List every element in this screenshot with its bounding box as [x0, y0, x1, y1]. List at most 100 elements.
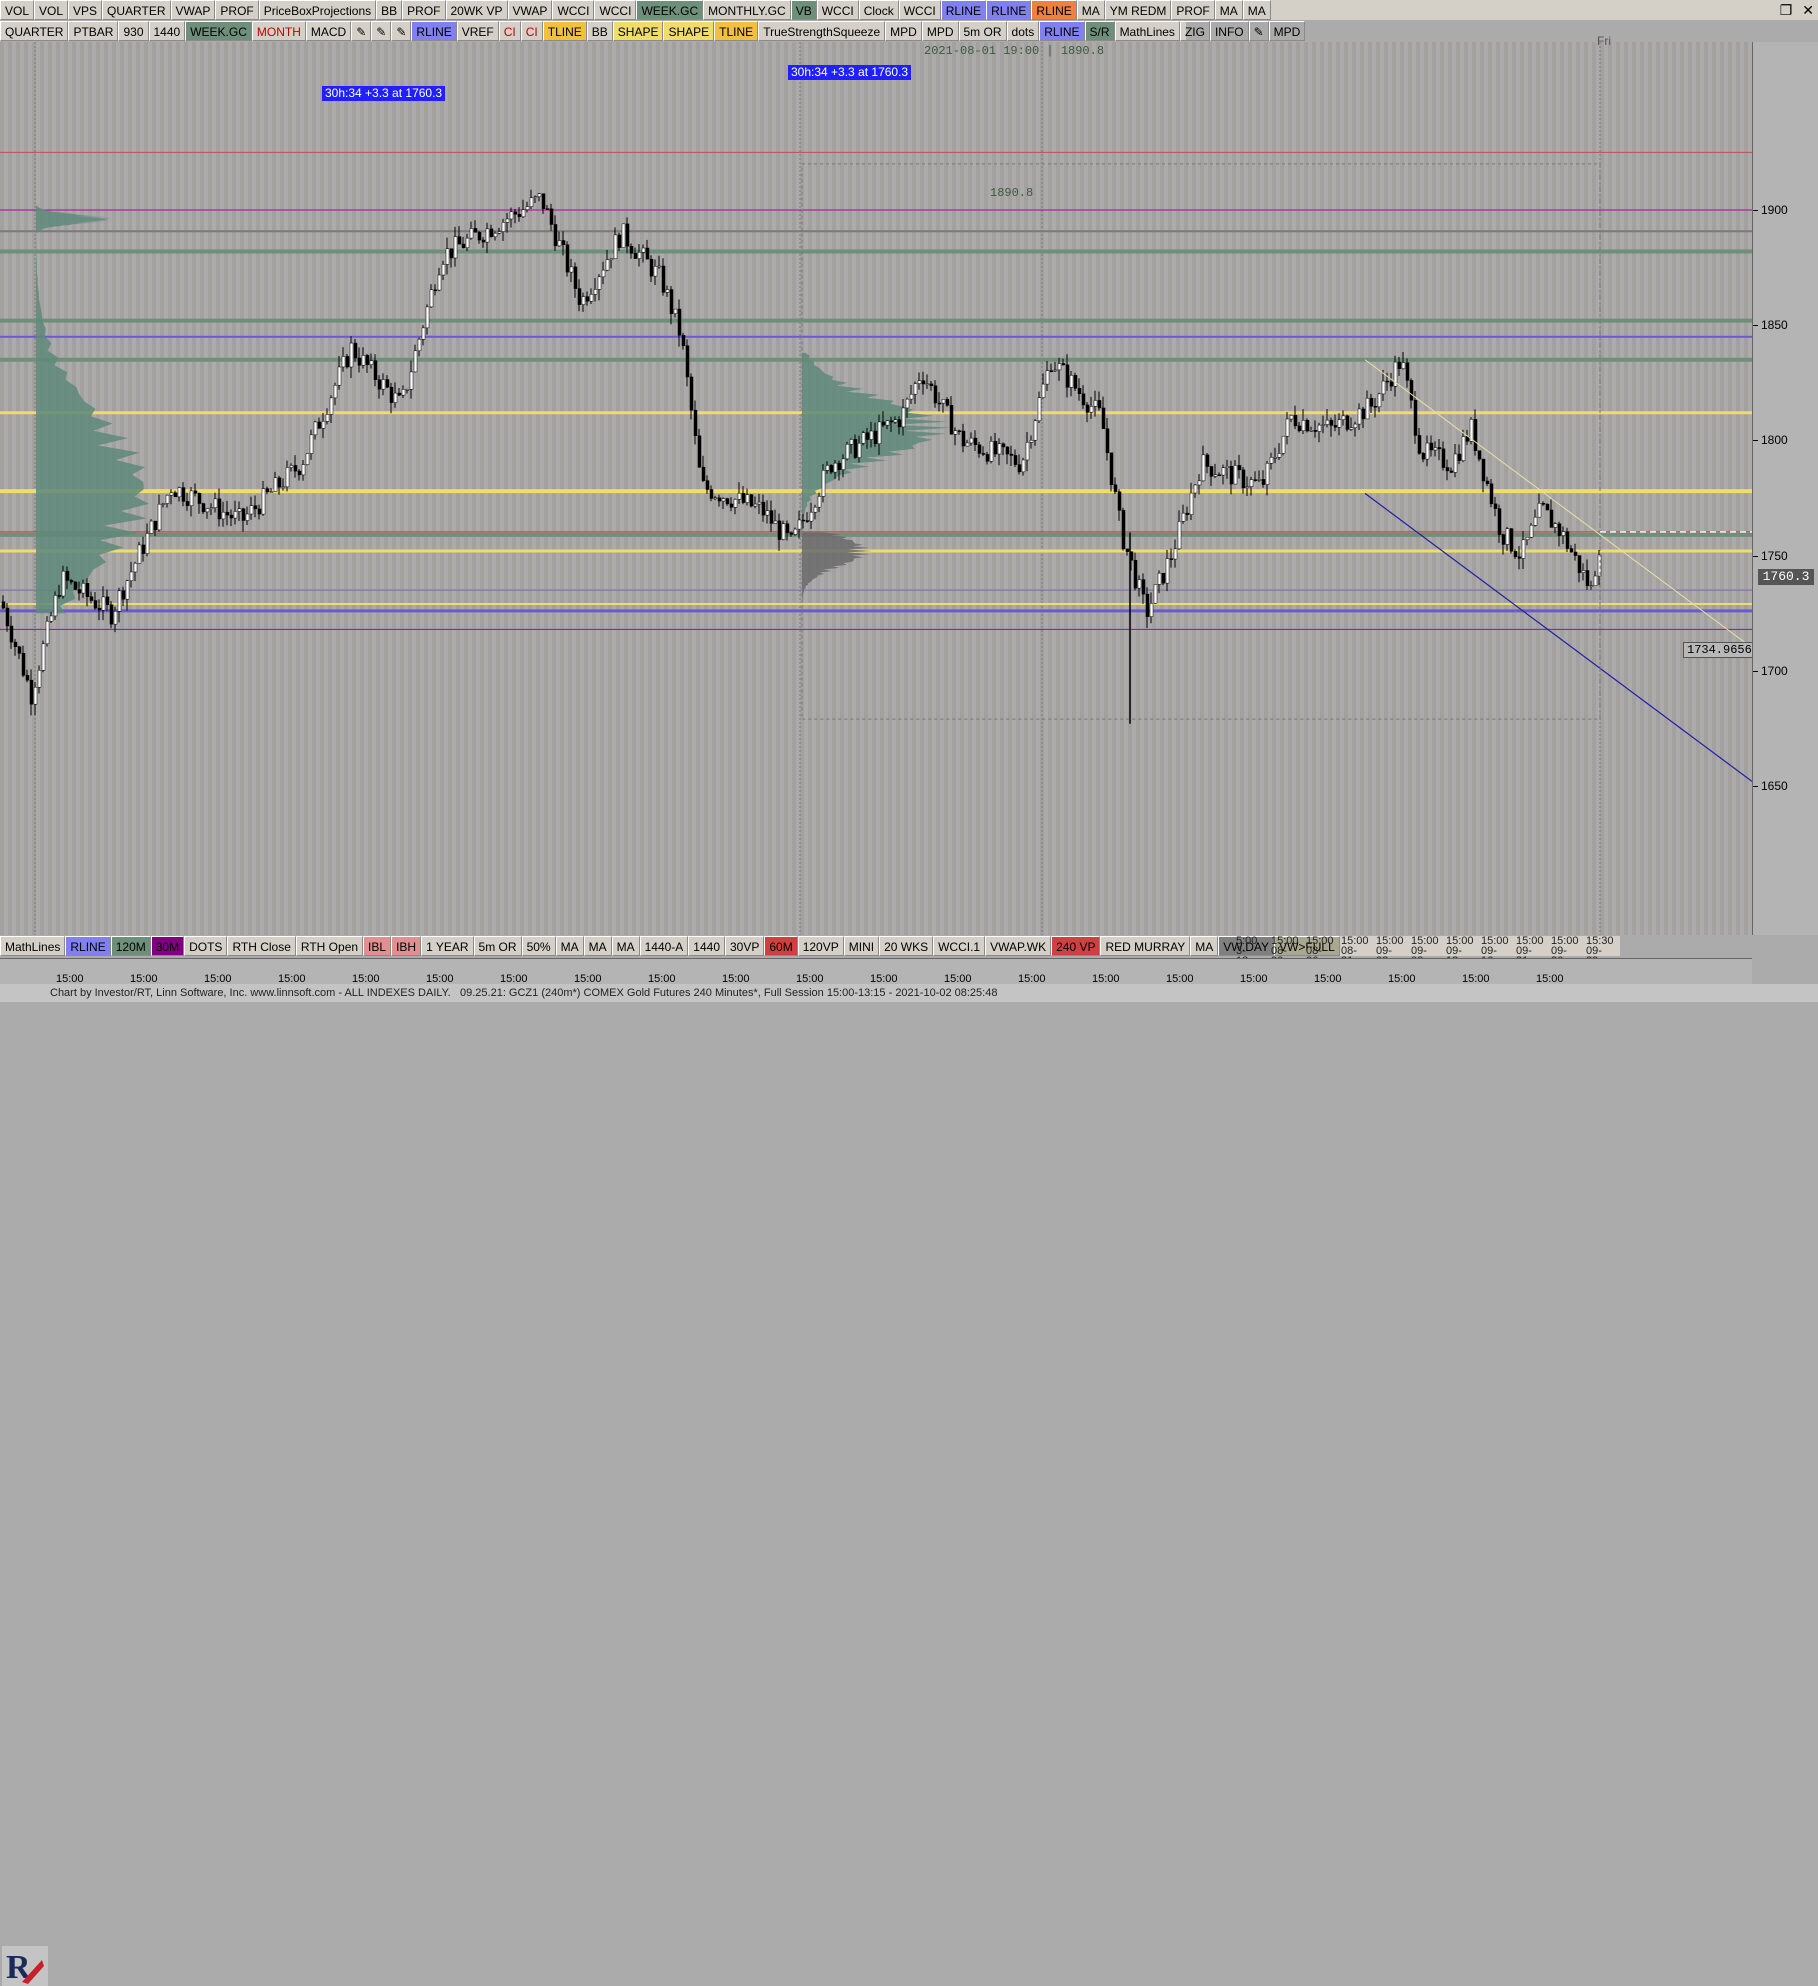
- candle-down: [1485, 480, 1490, 485]
- toolbar-button-wcci-1[interactable]: WCCI.1: [933, 936, 986, 956]
- toolbar-button-1440[interactable]: 1440: [148, 21, 186, 41]
- toolbar-button-ci[interactable]: CI: [520, 21, 543, 41]
- toolbar-button-bb[interactable]: BB: [376, 0, 403, 20]
- background-stripe: [1584, 42, 1588, 935]
- restore-icon[interactable]: ❐: [1780, 0, 1793, 20]
- toolbar-button-dots[interactable]: DOTS: [184, 936, 228, 956]
- toolbar-button-vwap[interactable]: VWAP: [170, 0, 216, 20]
- toolbar-button-prof[interactable]: PROF: [215, 0, 259, 20]
- toolbar-button-ma[interactable]: MA: [1190, 936, 1219, 956]
- toolbar-button-ma[interactable]: MA: [1076, 0, 1105, 20]
- toolbar-button-ma[interactable]: MA: [1214, 0, 1243, 20]
- toolbar-button-mpd[interactable]: MPD: [921, 21, 959, 41]
- toolbar-button-ym-redm[interactable]: YM REDM: [1104, 0, 1172, 20]
- toolbar-button-prof[interactable]: PROF: [402, 0, 446, 20]
- close-icon[interactable]: ✕: [1802, 0, 1814, 20]
- toolbar-button-bb[interactable]: BB: [586, 21, 613, 41]
- toolbar-button-vwap[interactable]: VWAP: [507, 0, 553, 20]
- toolbar-button-rline[interactable]: RLINE: [411, 21, 457, 41]
- toolbar-button-rth-close[interactable]: RTH Close: [227, 936, 296, 956]
- toolbar-button-macd[interactable]: MACD: [305, 21, 352, 41]
- candle-up: [485, 228, 490, 243]
- toolbar-button-mpd[interactable]: MPD: [1268, 21, 1306, 41]
- toolbar-button-tline[interactable]: TLINE: [714, 21, 759, 41]
- toolbar-button-30m[interactable]: 30M: [150, 936, 185, 956]
- toolbar-button-rline[interactable]: RLINE: [1031, 0, 1077, 20]
- toolbar-button-120m[interactable]: 120M: [110, 936, 151, 956]
- toolbar-button-tline[interactable]: TLINE: [542, 21, 587, 41]
- toolbar-button-1440-a[interactable]: 1440-A: [639, 936, 689, 956]
- toolbar-button-50-[interactable]: 50%: [521, 936, 556, 956]
- toolbar-button-20wk-vp[interactable]: 20WK VP: [445, 0, 508, 20]
- toolbar-button-priceboxprojections[interactable]: PriceBoxProjections: [258, 0, 377, 20]
- toolbar-button-20-wks[interactable]: 20 WKS: [879, 936, 934, 956]
- toolbar-button-ptbar[interactable]: PTBAR: [68, 21, 119, 41]
- toolbar-button-info[interactable]: INFO: [1209, 21, 1249, 41]
- toolbar-button-mini[interactable]: MINI: [843, 936, 880, 956]
- candle-down: [1569, 548, 1574, 553]
- toolbar-button-5m-or[interactable]: 5m OR: [958, 21, 1007, 41]
- toolbar-button-1440[interactable]: 1440: [688, 936, 725, 956]
- toolbar-button-vb[interactable]: VB: [790, 0, 817, 20]
- toolbar-button-quarter[interactable]: QUARTER: [0, 21, 69, 41]
- background-stripe: [592, 42, 596, 935]
- toolbar-button-240-vp[interactable]: 240 VP: [1051, 936, 1101, 956]
- toolbar-button-truestrengthsqueeze[interactable]: TrueStrengthSqueeze: [758, 21, 886, 41]
- toolbar-button-wcci[interactable]: WCCI: [594, 0, 637, 20]
- toolbar-button-120vp[interactable]: 120VP: [797, 936, 844, 956]
- candle-down: [1125, 548, 1130, 552]
- toolbar-button-ma[interactable]: MA: [583, 936, 612, 956]
- toolbar-button-1-year[interactable]: 1 YEAR: [421, 936, 474, 956]
- toolbar-button-ma[interactable]: MA: [555, 936, 584, 956]
- toolbar-button-ma[interactable]: MA: [1242, 0, 1271, 20]
- toolbar-button-ibh[interactable]: IBH: [391, 936, 422, 956]
- toolbar-button-vol[interactable]: VOL: [0, 0, 35, 20]
- toolbar-button-wcci[interactable]: WCCI: [898, 0, 941, 20]
- background-stripe: [528, 42, 532, 935]
- toolbar-icon-button[interactable]: ✎: [351, 21, 372, 41]
- toolbar-button-rline[interactable]: RLINE: [986, 0, 1032, 20]
- candle-down: [77, 589, 82, 594]
- toolbar-button-monthly-gc[interactable]: MONTHLY.GC: [703, 0, 791, 20]
- toolbar-button-mathlines[interactable]: MathLines: [0, 936, 66, 956]
- toolbar-button-s-r[interactable]: S/R: [1084, 21, 1115, 41]
- toolbar-button-930[interactable]: 930: [118, 21, 149, 41]
- toolbar-button-dots[interactable]: dots: [1006, 21, 1040, 41]
- toolbar-button-week-gc[interactable]: WEEK.GC: [636, 0, 704, 20]
- toolbar-button-clock[interactable]: Clock: [858, 0, 899, 20]
- candle-down: [1445, 467, 1450, 472]
- toolbar-button-rth-open[interactable]: RTH Open: [295, 936, 364, 956]
- toolbar-button-wcci[interactable]: WCCI: [552, 0, 595, 20]
- toolbar-button-vol[interactable]: VOL: [34, 0, 69, 20]
- toolbar-button-60m[interactable]: 60M: [764, 936, 798, 956]
- toolbar-button-month[interactable]: MONTH: [251, 21, 306, 41]
- candle-up: [877, 421, 882, 444]
- candle-up: [969, 437, 974, 444]
- toolbar-button-week-gc[interactable]: WEEK.GC: [185, 21, 252, 41]
- toolbar-button-ci[interactable]: CI: [498, 21, 521, 41]
- toolbar-button-quarter[interactable]: QUARTER: [102, 0, 171, 20]
- toolbar-icon-button[interactable]: ✎: [1248, 21, 1269, 41]
- toolbar-button-mathlines[interactable]: MathLines: [1114, 21, 1180, 41]
- toolbar-button-rline[interactable]: RLINE: [940, 0, 987, 20]
- toolbar-icon-button[interactable]: ✎: [371, 21, 392, 41]
- toolbar-button-red-murray[interactable]: RED MURRAY: [1100, 936, 1191, 956]
- toolbar-button-30vp[interactable]: 30VP: [725, 936, 765, 956]
- toolbar-button-vps[interactable]: VPS: [68, 0, 103, 20]
- toolbar-button-rline[interactable]: RLINE: [65, 936, 111, 956]
- toolbar-button-wcci[interactable]: WCCI: [816, 0, 859, 20]
- toolbar-button-5m-or[interactable]: 5m OR: [473, 936, 522, 956]
- toolbar-button-prof[interactable]: PROF: [1171, 0, 1215, 20]
- toolbar-icon-button[interactable]: ✎: [391, 21, 412, 41]
- toolbar-button-ibl[interactable]: IBL: [363, 936, 392, 956]
- price-chart[interactable]: [0, 42, 1752, 935]
- toolbar-button-shape[interactable]: SHAPE: [663, 21, 715, 41]
- toolbar-button-ma[interactable]: MA: [611, 936, 640, 956]
- toolbar-button-zig[interactable]: ZIG: [1179, 21, 1210, 41]
- toolbar-button-mpd[interactable]: MPD: [885, 21, 922, 41]
- toolbar-button-shape[interactable]: SHAPE: [612, 21, 664, 41]
- toolbar-button-rline[interactable]: RLINE: [1039, 21, 1085, 41]
- toolbar-button-vwap-wk[interactable]: VWAP.WK: [985, 936, 1052, 956]
- toolbar-button-vref[interactable]: VREF: [456, 21, 499, 41]
- candle-up: [885, 420, 890, 426]
